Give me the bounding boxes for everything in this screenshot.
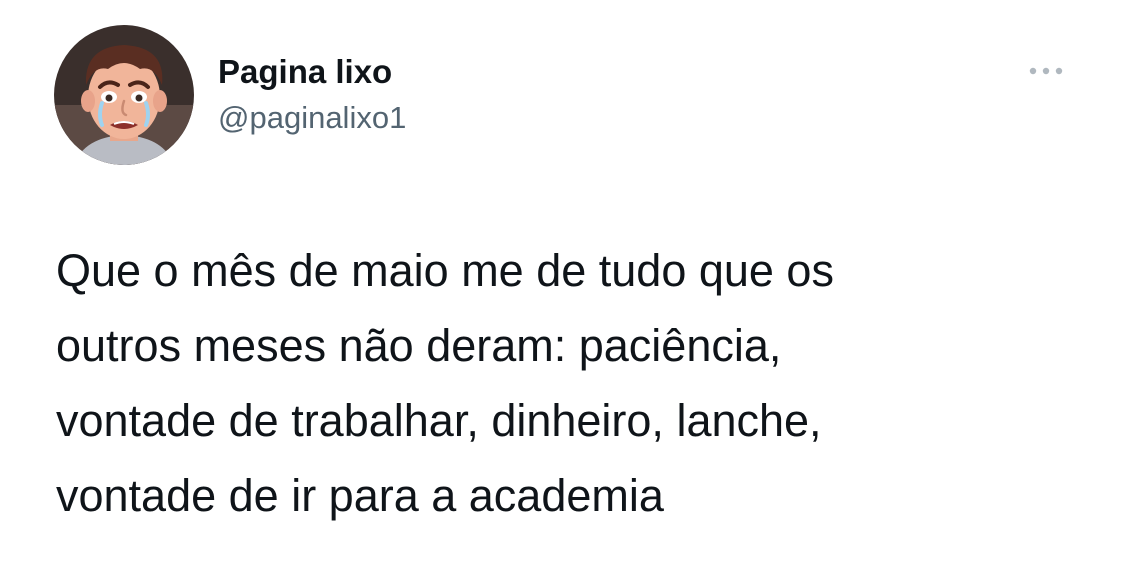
more-options-icon bbox=[1029, 67, 1063, 75]
tweet-text: Que o mês de maio me de tudo que os outr… bbox=[56, 245, 834, 521]
author-handle[interactable]: @paginalixo1 bbox=[218, 96, 406, 140]
crying-face-avatar-icon bbox=[54, 25, 194, 165]
tweet-card: Pagina lixo @paginalixo1 Que o mês de ma… bbox=[0, 0, 1125, 570]
author-display-name[interactable]: Pagina lixo bbox=[218, 50, 406, 94]
avatar[interactable] bbox=[54, 25, 194, 165]
tweet-author: Pagina lixo @paginalixo1 bbox=[218, 50, 406, 140]
more-options-button[interactable] bbox=[1020, 56, 1072, 86]
